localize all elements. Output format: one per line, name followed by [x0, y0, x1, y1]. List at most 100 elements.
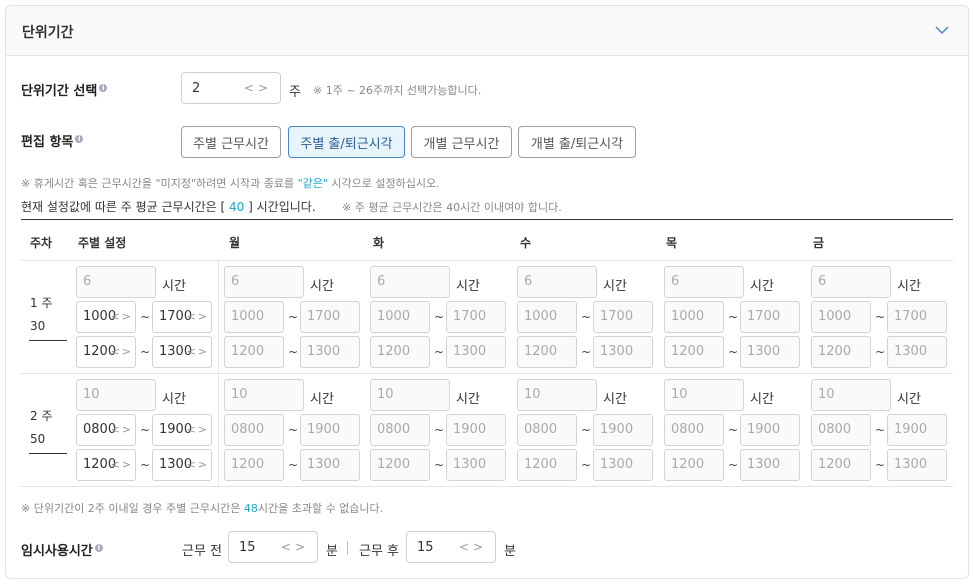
day-work-start-input[interactable]: 1000 [664, 301, 724, 333]
day-hours-input[interactable]: 6 [224, 266, 304, 298]
day-work-start-input[interactable]: 1000 [811, 301, 871, 333]
day-work-end-input[interactable]: 1700 [593, 301, 653, 333]
day-break-end-input[interactable]: 1300 [446, 449, 506, 481]
stepper-arrows-icon[interactable]: <> [111, 450, 133, 480]
weekly-clock-button[interactable]: 주별 출/퇴근시각 [288, 126, 405, 158]
weekly-work-start-input[interactable]: 1000 <> [76, 301, 136, 333]
stepper-arrows-icon[interactable]: <> [187, 450, 209, 480]
day-break-start-input[interactable]: 1200 [517, 449, 577, 481]
day-work-end-input[interactable]: 1700 [446, 301, 506, 333]
hours-unit: 시간 [897, 279, 921, 294]
day-break-end-input[interactable]: 1300 [593, 449, 653, 481]
day-work-start-input[interactable]: 0800 [370, 414, 430, 446]
info-icon[interactable]: i [99, 83, 108, 92]
day-break-start-input[interactable]: 1200 [224, 336, 284, 368]
stepper-arrows-icon[interactable]: <> [187, 337, 209, 367]
day-break-start-input[interactable]: 1200 [811, 449, 871, 481]
info-icon[interactable]: i [75, 134, 84, 143]
stepper-arrows-icon[interactable]: <> [111, 337, 133, 367]
day-hours-input[interactable]: 6 [370, 266, 450, 298]
before-work-stepper[interactable]: 15 <> [228, 531, 318, 563]
stepper-arrows-icon[interactable]: <> [111, 415, 133, 445]
day-work-start-input[interactable]: 0800 [517, 414, 577, 446]
day-break-start-input[interactable]: 1200 [224, 449, 284, 481]
day-break-start-input[interactable]: 1200 [370, 336, 430, 368]
day-work-end-input[interactable]: 1700 [740, 301, 800, 333]
stepper-arrows-icon[interactable]: <> [187, 415, 209, 445]
day-break-start-input[interactable]: 1200 [664, 449, 724, 481]
chevron-down-icon[interactable] [934, 24, 950, 36]
day-work-start-input[interactable]: 0800 [224, 414, 284, 446]
weekly-break-end-input[interactable]: 1300 <> [152, 336, 212, 368]
weekly-break-start-input[interactable]: 1200 <> [76, 336, 136, 368]
after-work-stepper[interactable]: 15 <> [406, 531, 496, 563]
day-break-end-input[interactable]: 1300 [887, 449, 947, 481]
header-wed: 수 [520, 236, 532, 250]
weekly-work-end-input[interactable]: 1700 <> [152, 301, 212, 333]
table-top-border [21, 219, 953, 220]
day-break-end-input[interactable]: 1300 [740, 449, 800, 481]
edit-label: 편집 항목 i [21, 131, 84, 150]
after-work-label: 근무 후 [359, 544, 400, 559]
day-work-end-input[interactable]: 1900 [593, 414, 653, 446]
weekly-break-end-input[interactable]: 1300 <> [152, 449, 212, 481]
individual-clock-button[interactable]: 개별 출/퇴근시각 [518, 126, 636, 158]
panel-header[interactable]: 단위기간 [6, 6, 968, 56]
day-work-end-input[interactable]: 1900 [300, 414, 360, 446]
table-column-divider [218, 261, 219, 486]
period-note: ※ 1주 ~ 26주까지 선택가능합니다. [313, 84, 482, 97]
weekly-hours-input[interactable]: 6 [76, 266, 156, 298]
day-break-end-input[interactable]: 1300 [300, 449, 360, 481]
day-break-end-input[interactable]: 1300 [300, 336, 360, 368]
stepper-arrows-icon[interactable]: <> [244, 81, 280, 95]
day-work-end-input[interactable]: 1900 [887, 414, 947, 446]
day-hours-input[interactable]: 6 [811, 266, 891, 298]
tilde: ~ [728, 423, 739, 437]
day-work-end-input[interactable]: 1900 [446, 414, 506, 446]
stepper-arrows-icon[interactable]: <> [187, 302, 209, 332]
day-hours-input[interactable]: 6 [664, 266, 744, 298]
day-work-start-input[interactable]: 1000 [224, 301, 284, 333]
day-hours-input[interactable]: 10 [517, 379, 597, 411]
weekly-break-start-input[interactable]: 1200 <> [76, 449, 136, 481]
tilde: ~ [581, 310, 592, 324]
period-label: 단위기간 선택 i [21, 80, 108, 99]
day-hours-input[interactable]: 10 [370, 379, 450, 411]
tilde: ~ [728, 458, 739, 472]
stepper-arrows-icon[interactable]: <> [459, 540, 495, 554]
day-hours-input[interactable]: 10 [811, 379, 891, 411]
break-note: ※ 휴게시간 혹은 근무시간을 "미지정"하려면 시작과 종료를 "같은" 시각… [21, 177, 440, 190]
day-hours-input[interactable]: 6 [517, 266, 597, 298]
tilde: ~ [140, 458, 151, 472]
day-work-start-input[interactable]: 0800 [811, 414, 871, 446]
tilde: ~ [875, 423, 886, 437]
day-hours-input[interactable]: 10 [224, 379, 304, 411]
info-icon[interactable]: i [94, 543, 103, 552]
day-work-start-input[interactable]: 1000 [370, 301, 430, 333]
hours-unit: 시간 [310, 279, 334, 294]
day-work-start-input[interactable]: 0800 [664, 414, 724, 446]
day-break-end-input[interactable]: 1300 [446, 336, 506, 368]
day-work-end-input[interactable]: 1700 [300, 301, 360, 333]
weekly-hours-input[interactable]: 10 [76, 379, 156, 411]
week-underline [29, 340, 67, 341]
individual-hours-button[interactable]: 개별 근무시간 [411, 126, 512, 158]
day-break-start-input[interactable]: 1200 [517, 336, 577, 368]
weekly-work-end-input[interactable]: 1900 <> [152, 414, 212, 446]
stepper-arrows-icon[interactable]: <> [111, 302, 133, 332]
day-break-start-input[interactable]: 1200 [370, 449, 430, 481]
day-break-start-input[interactable]: 1200 [664, 336, 724, 368]
hours-unit: 시간 [750, 392, 774, 407]
stepper-arrows-icon[interactable]: <> [281, 540, 317, 554]
day-hours-input[interactable]: 10 [664, 379, 744, 411]
day-break-start-input[interactable]: 1200 [811, 336, 871, 368]
day-work-end-input[interactable]: 1900 [740, 414, 800, 446]
weekly-work-start-input[interactable]: 0800 <> [76, 414, 136, 446]
day-break-end-input[interactable]: 1300 [593, 336, 653, 368]
period-stepper[interactable]: 2 <> [181, 72, 281, 104]
day-break-end-input[interactable]: 1300 [740, 336, 800, 368]
day-break-end-input[interactable]: 1300 [887, 336, 947, 368]
day-work-end-input[interactable]: 1700 [887, 301, 947, 333]
weekly-hours-button[interactable]: 주별 근무시간 [181, 126, 281, 158]
day-work-start-input[interactable]: 1000 [517, 301, 577, 333]
